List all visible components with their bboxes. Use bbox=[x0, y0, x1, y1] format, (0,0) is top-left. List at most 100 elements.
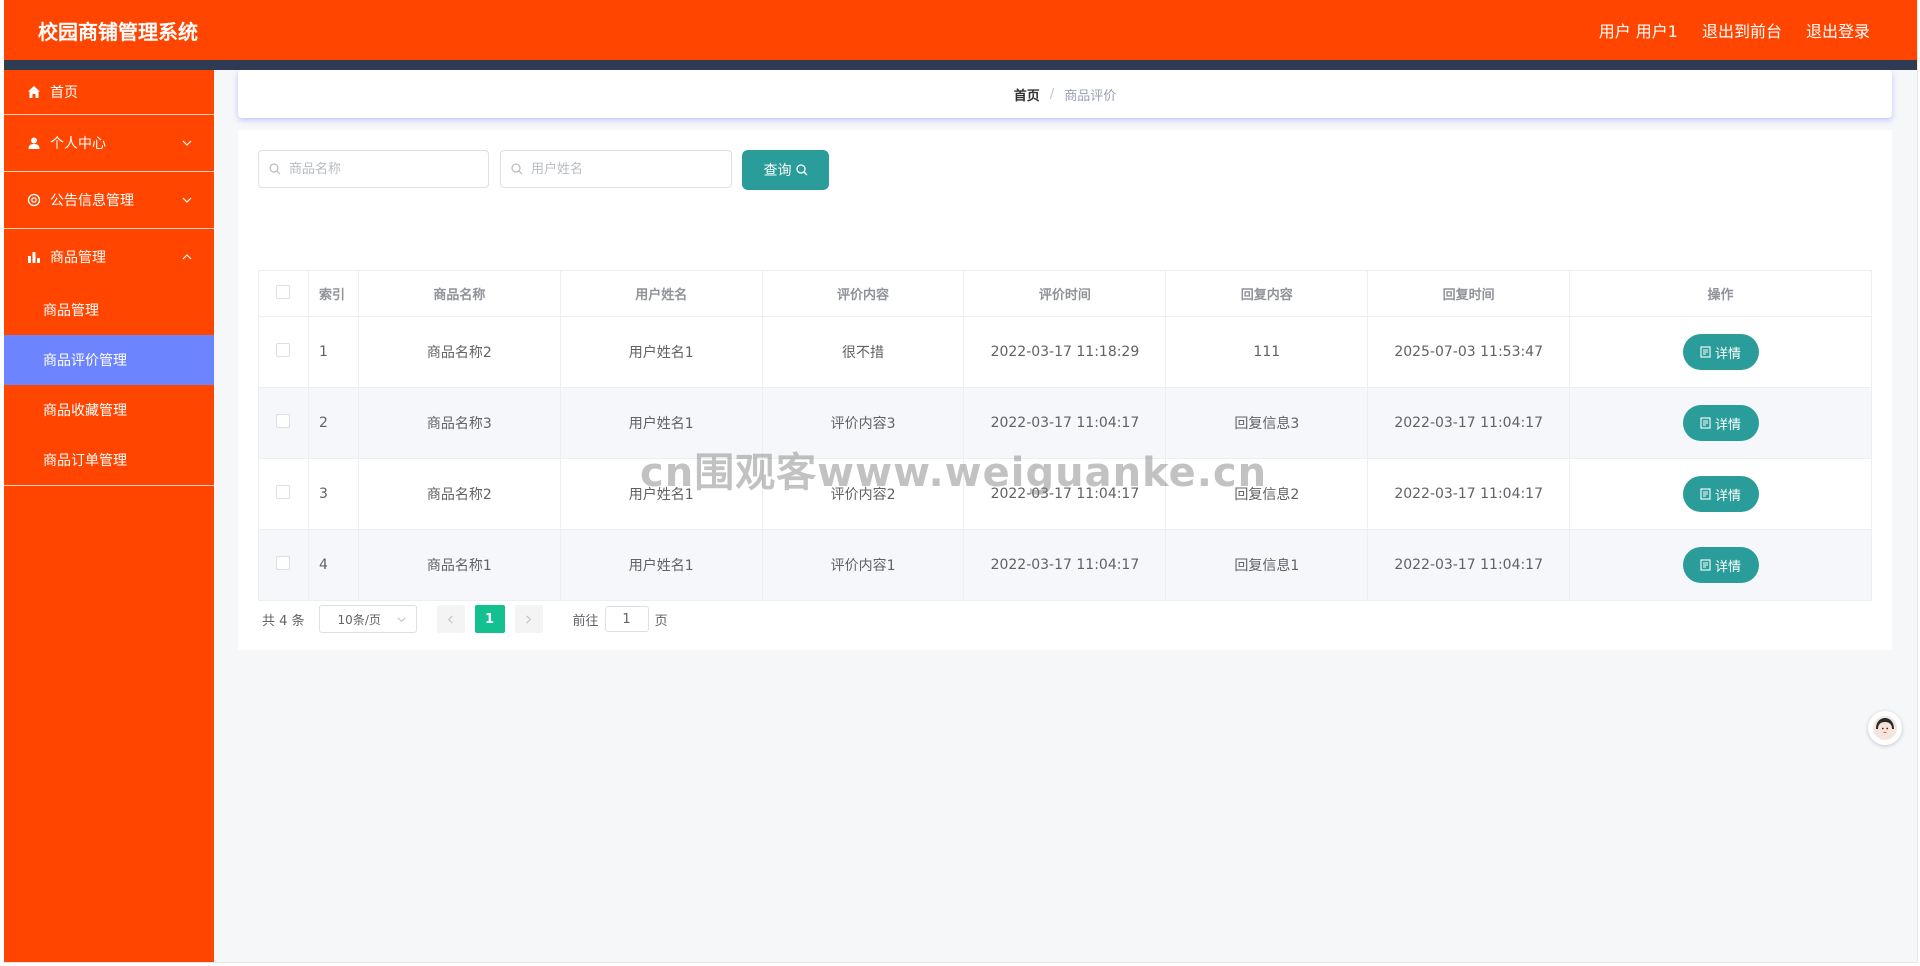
home-icon bbox=[26, 84, 42, 100]
detail-button[interactable]: 详情 bbox=[1682, 547, 1759, 583]
prev-page-button[interactable] bbox=[436, 605, 465, 633]
user-name-input[interactable] bbox=[529, 160, 713, 178]
page-size-select[interactable]: 10条/页 bbox=[318, 605, 417, 633]
cell-actions: 详情 bbox=[1569, 529, 1872, 601]
cell-user: 用户姓名1 bbox=[559, 529, 763, 601]
query-button-label: 查询 bbox=[763, 163, 792, 179]
cell-index: 2 bbox=[307, 387, 359, 459]
product-name-search[interactable] bbox=[258, 150, 489, 188]
sidebar: 首页 个人中心 公告信息管理 商品管理 商品管理 商品评价管理 商品收藏管理 商… bbox=[4, 70, 214, 962]
cell-reply: 回复信息1 bbox=[1165, 529, 1369, 601]
select-all-cell[interactable] bbox=[258, 270, 309, 317]
cell-reply: 111 bbox=[1165, 316, 1369, 388]
sidebar-item-label: 公告信息管理 bbox=[50, 193, 134, 209]
column-header: 评价时间 bbox=[963, 270, 1167, 317]
current-user-label: 用户 用户1 bbox=[1598, 22, 1678, 41]
chevron-left-icon bbox=[447, 614, 453, 624]
document-icon bbox=[1700, 488, 1711, 500]
chevron-down-icon bbox=[182, 140, 192, 146]
goto-page-input[interactable] bbox=[604, 606, 649, 632]
header-divider bbox=[4, 60, 1917, 70]
cell-time: 2022-03-17 11:18:29 bbox=[963, 316, 1167, 388]
breadcrumb-home[interactable]: 首页 bbox=[1014, 85, 1040, 104]
row-checkbox[interactable] bbox=[276, 556, 291, 570]
submenu-item-favorites[interactable]: 商品收藏管理 bbox=[4, 385, 214, 435]
chevron-down-icon bbox=[397, 616, 406, 622]
submenu-item-reviews[interactable]: 商品评价管理 bbox=[4, 335, 214, 385]
query-button[interactable]: 查询 bbox=[742, 150, 829, 190]
table-row: 1 商品名称2 用户姓名1 很不措 2022-03-17 11:18:29 11… bbox=[258, 316, 1872, 388]
sidebar-item-personal-center[interactable]: 个人中心 bbox=[4, 115, 214, 172]
pagination: 共 4 条 10条/页 1 前往 页 bbox=[262, 605, 668, 633]
review-table: 索引 商品名称 用户姓名 评价内容 评价时间 回复内容 回复时间 操作 1 商品… bbox=[258, 270, 1872, 601]
user-icon bbox=[26, 135, 42, 151]
submenu-item-products[interactable]: 商品管理 bbox=[4, 285, 214, 335]
document-icon bbox=[1700, 346, 1711, 358]
cell-product: 商品名称2 bbox=[357, 316, 561, 388]
row-select-cell[interactable] bbox=[258, 458, 309, 530]
column-header: 商品名称 bbox=[357, 270, 561, 317]
product-submenu: 商品管理 商品评价管理 商品收藏管理 商品订单管理 bbox=[4, 285, 214, 486]
cell-index: 3 bbox=[307, 458, 359, 530]
detail-button-label: 详情 bbox=[1715, 559, 1742, 575]
column-header: 评价内容 bbox=[761, 270, 965, 317]
column-header: 回复内容 bbox=[1165, 270, 1369, 317]
cell-actions: 详情 bbox=[1569, 316, 1872, 388]
column-header: 操作 bbox=[1569, 270, 1872, 317]
cell-actions: 详情 bbox=[1569, 387, 1872, 459]
page-number-current[interactable]: 1 bbox=[474, 605, 505, 633]
column-header: 用户姓名 bbox=[559, 270, 763, 317]
sidebar-item-label: 首页 bbox=[50, 85, 78, 101]
next-page-button[interactable] bbox=[514, 605, 543, 633]
sidebar-item-product-management[interactable]: 商品管理 bbox=[4, 229, 214, 285]
cell-reply-time: 2022-03-17 11:04:17 bbox=[1367, 387, 1571, 459]
row-select-cell[interactable] bbox=[258, 316, 309, 388]
document-icon bbox=[1700, 559, 1711, 571]
pagination-total: 共 4 条 bbox=[262, 613, 305, 629]
submenu-item-orders[interactable]: 商品订单管理 bbox=[4, 435, 214, 485]
cell-product: 商品名称1 bbox=[357, 529, 561, 601]
chevron-right-icon bbox=[526, 614, 532, 624]
detail-button[interactable]: 详情 bbox=[1682, 476, 1759, 512]
cell-index: 1 bbox=[307, 316, 359, 388]
row-checkbox[interactable] bbox=[276, 485, 291, 499]
sidebar-item-label: 个人中心 bbox=[50, 136, 106, 152]
girl-avatar-icon bbox=[1873, 716, 1897, 740]
row-select-cell[interactable] bbox=[258, 387, 309, 459]
cell-index: 4 bbox=[307, 529, 359, 601]
user-name-search[interactable] bbox=[500, 150, 732, 188]
sidebar-item-notice-management[interactable]: 公告信息管理 bbox=[4, 172, 214, 229]
back-to-front-link[interactable]: 退出到前台 bbox=[1702, 18, 1782, 42]
goto-label: 前往 bbox=[572, 613, 599, 629]
detail-button[interactable]: 详情 bbox=[1682, 334, 1759, 370]
cell-reply-time: 2025-07-03 11:53:47 bbox=[1367, 316, 1571, 388]
sidebar-item-home[interactable]: 首页 bbox=[4, 70, 214, 115]
document-icon bbox=[1700, 417, 1711, 429]
top-header: 校园商铺管理系统 用户 用户1 退出到前台 退出登录 bbox=[4, 0, 1917, 60]
cell-reply-time: 2022-03-17 11:04:17 bbox=[1367, 458, 1571, 530]
breadcrumb-separator: / bbox=[1049, 86, 1055, 102]
cell-user: 用户姓名1 bbox=[559, 316, 763, 388]
search-icon bbox=[269, 163, 281, 175]
page-suffix: 页 bbox=[654, 613, 668, 629]
watermark-text: cn围观客www.weiguanke.cn bbox=[640, 450, 1268, 496]
chevron-down-icon bbox=[182, 197, 192, 203]
detail-button[interactable]: 详情 bbox=[1682, 405, 1759, 441]
logout-link[interactable]: 退出登录 bbox=[1806, 18, 1870, 42]
app-window: 校园商铺管理系统 用户 用户1 退出到前台 退出登录 首页 个人中心 公告信息管 bbox=[4, 0, 1918, 963]
app-title: 校园商铺管理系统 bbox=[38, 19, 198, 44]
row-select-cell[interactable] bbox=[258, 529, 309, 601]
cell-actions: 详情 bbox=[1569, 458, 1872, 530]
row-checkbox[interactable] bbox=[276, 343, 291, 357]
bar-chart-icon bbox=[26, 249, 42, 265]
table-row: 4 商品名称1 用户姓名1 评价内容1 2022-03-17 11:04:17 … bbox=[258, 529, 1872, 601]
notice-icon bbox=[26, 192, 42, 208]
detail-button-label: 详情 bbox=[1715, 417, 1742, 433]
product-name-input[interactable] bbox=[287, 160, 471, 178]
column-header: 回复时间 bbox=[1367, 270, 1571, 317]
row-checkbox[interactable] bbox=[276, 414, 291, 428]
select-all-checkbox[interactable] bbox=[276, 284, 291, 299]
breadcrumb: 首页 / 商品评价 bbox=[238, 70, 1892, 118]
detail-button-label: 详情 bbox=[1715, 346, 1742, 362]
assistant-avatar[interactable] bbox=[1868, 711, 1902, 745]
